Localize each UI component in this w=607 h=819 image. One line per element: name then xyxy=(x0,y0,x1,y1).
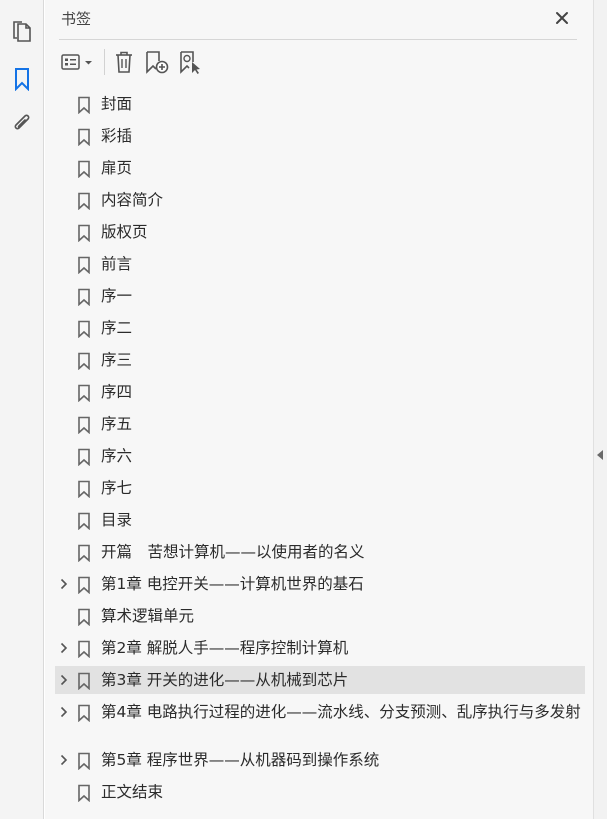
bookmarks-icon xyxy=(15,68,29,91)
bookmark-icon xyxy=(78,608,90,626)
bookmark-label: 序六 xyxy=(101,447,133,465)
delete-icon xyxy=(116,51,132,73)
bookmark-item[interactable]: 内容简介 xyxy=(55,186,585,214)
bookmarks-toolbar xyxy=(59,46,579,78)
bookmark-item[interactable]: 开篇 苦想计算机——以使用者的名义 xyxy=(55,538,585,566)
bookmark-item[interactable]: 封面 xyxy=(55,90,585,118)
bookmark-icon xyxy=(78,784,90,802)
panel-splitter[interactable] xyxy=(593,0,607,819)
bookmark-item[interactable]: 第3章 开关的进化——从机械到芯片 xyxy=(55,666,585,694)
bookmark-icon xyxy=(78,160,90,178)
bookmark-label: 序三 xyxy=(101,351,133,369)
bookmark-label: 序七 xyxy=(101,479,133,497)
bookmark-icon xyxy=(78,320,90,338)
expand-chevron-icon[interactable] xyxy=(57,666,71,694)
delete-bookmark-button[interactable] xyxy=(111,48,137,76)
bookmark-label: 目录 xyxy=(101,511,133,529)
bookmark-icon xyxy=(78,96,90,114)
expand-chevron-icon[interactable] xyxy=(57,570,71,598)
bookmark-icon xyxy=(78,448,90,466)
bookmark-label: 正文结束 xyxy=(101,783,164,801)
collapse-panel-icon[interactable] xyxy=(597,450,603,460)
bookmark-icon xyxy=(78,256,90,274)
bookmark-label: 开篇 苦想计算机——以使用者的名义 xyxy=(101,543,365,561)
bookmark-item[interactable]: 序六 xyxy=(55,442,585,470)
bookmark-icon xyxy=(78,576,90,594)
bookmark-icon xyxy=(78,352,90,370)
bookmark-icon xyxy=(78,640,90,658)
bookmark-label: 第4章 电路执行过程的进化——流水线、分支预测、乱序执行与多发射 xyxy=(101,703,581,721)
bookmark-icon xyxy=(78,384,90,402)
close-icon xyxy=(556,12,568,24)
bookmark-icon xyxy=(78,480,90,498)
bookmark-icon xyxy=(78,192,90,210)
bookmark-item[interactable]: 算术逻辑单元 xyxy=(55,602,585,630)
bookmark-item[interactable]: 第4章 电路执行过程的进化——流水线、分支预测、乱序执行与多发射 xyxy=(55,698,585,746)
header-divider xyxy=(59,39,577,40)
page-thumbnails-button[interactable] xyxy=(8,18,36,46)
bookmark-item[interactable]: 正文结束 xyxy=(55,778,585,806)
new-bookmark-button[interactable] xyxy=(143,48,171,76)
bookmark-icon xyxy=(78,416,90,434)
bookmark-item[interactable]: 前言 xyxy=(55,250,585,278)
bookmark-label: 序一 xyxy=(101,287,133,305)
expand-chevron-icon[interactable] xyxy=(57,746,71,774)
bookmark-item[interactable]: 第1章 电控开关——计算机世界的基石 xyxy=(55,570,585,598)
options-menu-button[interactable] xyxy=(59,48,97,76)
bookmark-label: 版权页 xyxy=(101,223,148,241)
bookmark-label: 算术逻辑单元 xyxy=(101,607,195,625)
bookmark-item[interactable]: 彩插 xyxy=(55,122,585,150)
bookmark-item[interactable]: 序一 xyxy=(55,282,585,310)
bookmark-icon xyxy=(78,224,90,242)
bookmark-label: 序四 xyxy=(101,383,133,401)
toolbar-separator xyxy=(104,49,105,75)
bookmark-icon xyxy=(78,288,90,306)
bookmark-item[interactable]: 序三 xyxy=(55,346,585,374)
bookmark-label: 内容简介 xyxy=(101,191,164,209)
bookmark-item[interactable]: 第5章 程序世界——从机器码到操作系统 xyxy=(55,746,585,774)
bookmark-label: 序五 xyxy=(101,415,133,433)
bookmark-item[interactable]: 序五 xyxy=(55,410,585,438)
bookmark-label: 第5章 程序世界——从机器码到操作系统 xyxy=(101,751,380,769)
bookmark-label: 序二 xyxy=(101,319,133,337)
bookmark-icon xyxy=(78,752,90,770)
expand-chevron-icon[interactable] xyxy=(57,634,71,662)
bookmark-label: 第2章 解脱人手——程序控制计算机 xyxy=(101,639,349,657)
new-bookmark-from-structure-button[interactable] xyxy=(177,48,205,76)
bookmark-label: 第1章 电控开关——计算机世界的基石 xyxy=(101,575,364,593)
bookmark-icon xyxy=(78,672,90,690)
bookmark-item[interactable]: 序七 xyxy=(55,474,585,502)
close-panel-button[interactable] xyxy=(550,6,574,30)
bookmarks-button[interactable] xyxy=(8,65,36,93)
bookmark-label: 第3章 开关的进化——从机械到芯片 xyxy=(101,671,349,689)
bookmark-item[interactable]: 版权页 xyxy=(55,218,585,246)
options-icon xyxy=(61,54,92,70)
new-bookmark-from-structure-icon xyxy=(180,51,200,74)
bookmark-item[interactable]: 序二 xyxy=(55,314,585,342)
bookmark-item[interactable]: 目录 xyxy=(55,506,585,534)
navigation-rail xyxy=(0,0,44,819)
new-bookmark-icon xyxy=(146,51,169,74)
pages-icon xyxy=(13,21,31,42)
attachments-button[interactable] xyxy=(8,110,36,138)
bookmark-icon xyxy=(78,512,90,530)
bookmark-item[interactable]: 第2章 解脱人手——程序控制计算机 xyxy=(55,634,585,662)
bookmark-item[interactable]: 序四 xyxy=(55,378,585,406)
attachments-icon xyxy=(14,114,30,130)
expand-chevron-icon[interactable] xyxy=(57,698,71,726)
bookmarks-panel: 书签 封面 彩插 扉页 内容简介 版权页 前言 序一 序二 序三 序四 序五 序… xyxy=(45,0,593,819)
bookmark-label: 彩插 xyxy=(101,127,133,145)
bookmark-icon xyxy=(78,704,90,722)
bookmark-icon xyxy=(78,128,90,146)
bookmark-icon xyxy=(78,544,90,562)
bookmark-label: 扉页 xyxy=(101,159,133,177)
panel-title: 书签 xyxy=(61,10,92,28)
bookmark-label: 封面 xyxy=(101,95,133,113)
bookmark-item[interactable]: 扉页 xyxy=(55,154,585,182)
bookmark-label: 前言 xyxy=(101,255,133,273)
